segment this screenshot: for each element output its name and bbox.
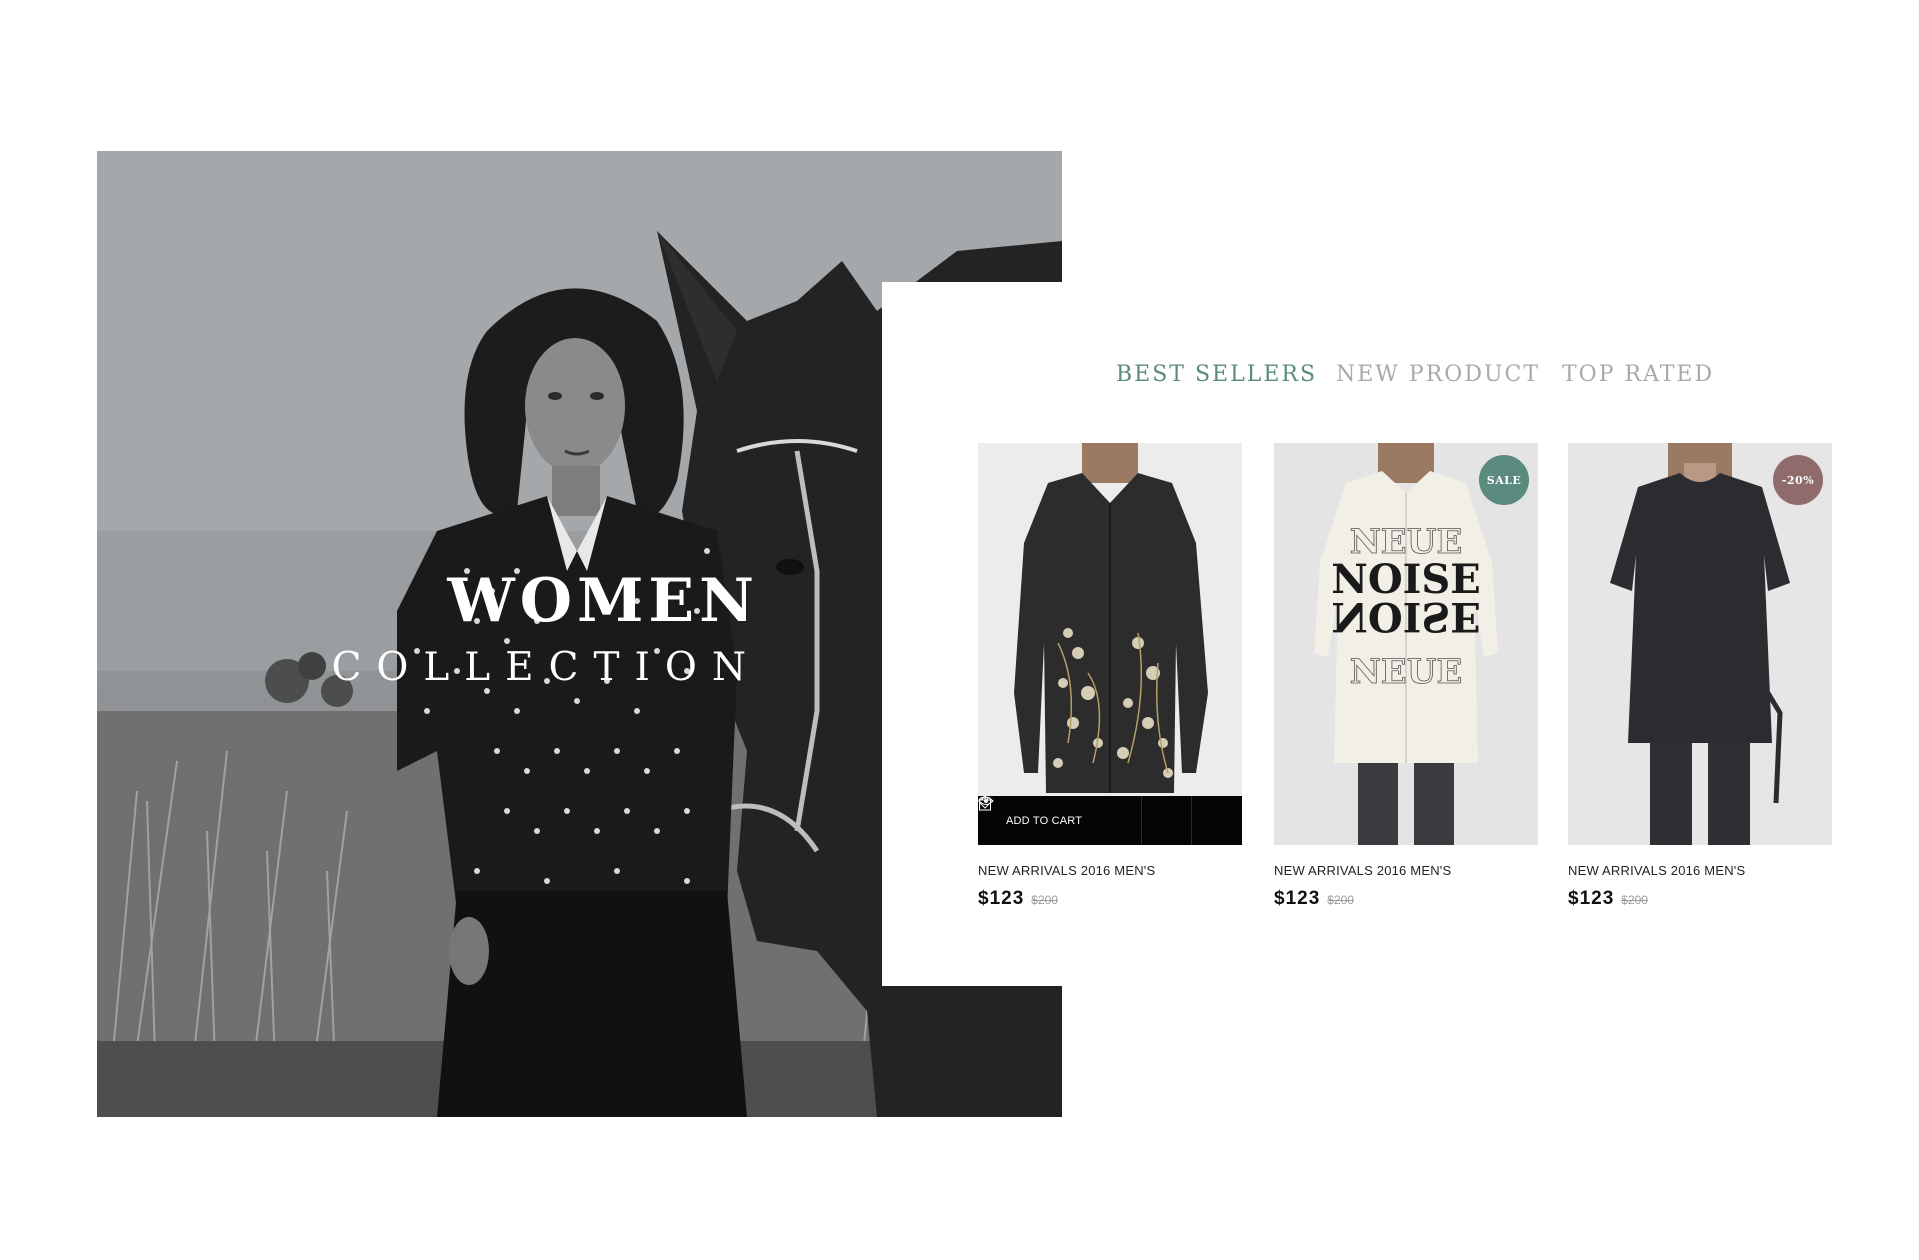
add-to-cart-label: ADD TO CART [1006, 814, 1083, 827]
product-old-price: $200 [1621, 893, 1648, 907]
product-image[interactable]: -20% [1568, 443, 1832, 845]
product-name[interactable]: NEW ARRIVALS 2016 MEN'S [1568, 863, 1832, 878]
product-name[interactable]: NEW ARRIVALS 2016 MEN'S [1274, 863, 1538, 878]
eye-icon [978, 797, 994, 805]
product-card[interactable]: -20% NEW ARRIVALS 2016 MEN'S $123 $200 [1568, 443, 1832, 910]
product-prices: $123 $200 [978, 888, 1242, 910]
quick-view-button[interactable] [978, 796, 1242, 845]
product-action-bar: ADD TO CART [978, 796, 1242, 845]
product-old-price: $200 [1327, 893, 1354, 907]
wishlist-button[interactable] [978, 796, 1192, 845]
product-image[interactable]: ADD TO CART [978, 443, 1242, 845]
add-to-cart-button[interactable]: ADD TO CART [978, 796, 1142, 845]
page: WOMEN COLLECTION BEST SELLERS NEW PRODUC… [0, 0, 1919, 1260]
hero-title: WOMEN [447, 566, 759, 636]
product-price: $123 [1274, 888, 1321, 909]
tab-top-rated[interactable]: TOP RATED [1562, 362, 1714, 387]
hero-subtitle: COLLECTION [331, 645, 761, 690]
product-prices: $123 $200 [1274, 888, 1538, 910]
product-name[interactable]: NEW ARRIVALS 2016 MEN'S [978, 863, 1242, 878]
product-card[interactable]: ADD TO CART NEW ARRIVALS 2016 MEN'S $123… [978, 443, 1242, 910]
product-panel: BEST SELLERS NEW PRODUCT TOP RATED ADD T… [882, 282, 1919, 986]
product-card[interactable]: NEUE NOISE NOISE NEUE SALE NEW ARRIVALS … [1274, 443, 1538, 910]
discount-badge: -20% [1773, 455, 1823, 505]
tab-new-product[interactable]: NEW PRODUCT [1336, 362, 1540, 387]
product-image[interactable]: NEUE NOISE NOISE NEUE SALE [1274, 443, 1538, 845]
svg-text:NEUE: NEUE [1350, 652, 1463, 692]
product-tabs: BEST SELLERS NEW PRODUCT TOP RATED [882, 362, 1919, 402]
sale-badge: SALE [1479, 455, 1529, 505]
svg-text:NOISE: NOISE [1331, 593, 1481, 640]
black-floral-shirt-dress-photo [978, 443, 1242, 845]
product-price: $123 [1568, 888, 1615, 909]
product-prices: $123 $200 [1568, 888, 1832, 910]
product-price: $123 [978, 888, 1025, 909]
tab-best-sellers[interactable]: BEST SELLERS [1116, 362, 1317, 387]
product-old-price: $200 [1031, 893, 1058, 907]
